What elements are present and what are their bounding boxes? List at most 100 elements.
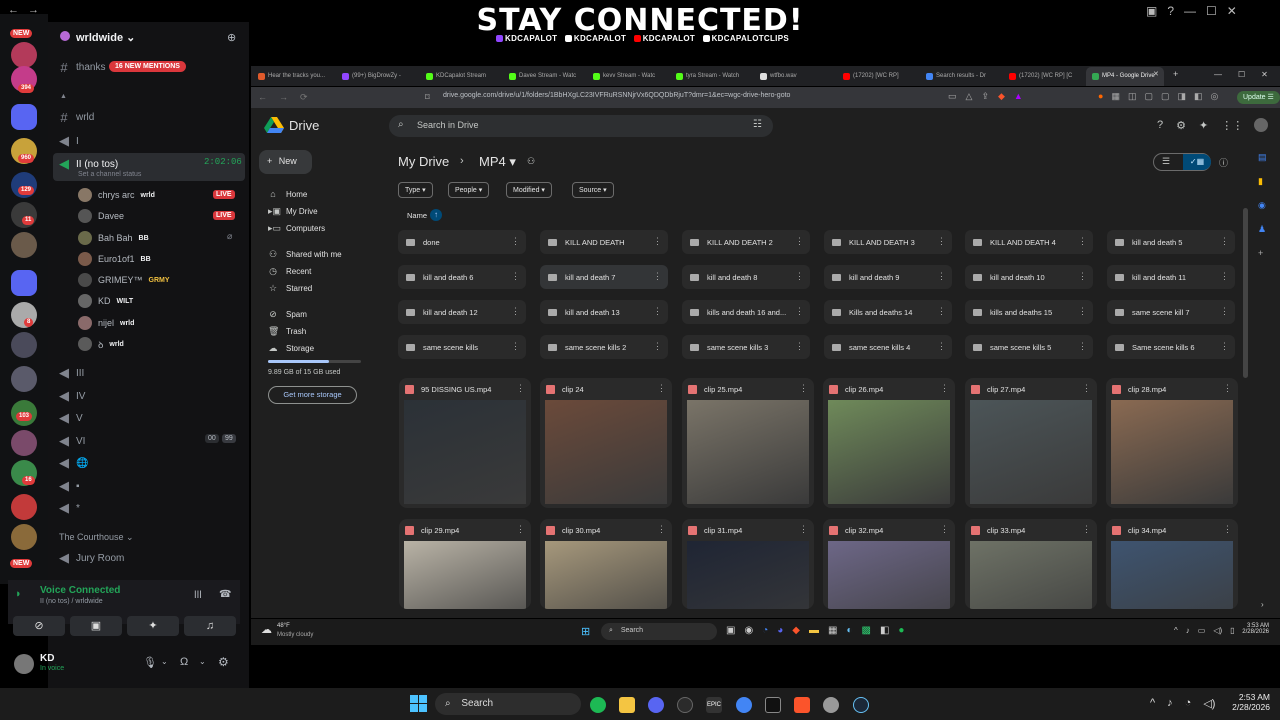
browser-tab[interactable]: (17202) [WC RP]: [843, 69, 899, 83]
close-icon[interactable]: ✕: [1227, 4, 1237, 18]
search-placeholder[interactable]: Search in Drive: [417, 120, 479, 130]
add-icon[interactable]: +: [1258, 248, 1267, 258]
taskbar-clock[interactable]: 2:53 AM 2/28/2026: [1222, 692, 1270, 712]
more-options-icon[interactable]: ⋮: [516, 383, 525, 394]
browser-tab-active[interactable]: MP4 - Google Drive: [1092, 69, 1155, 83]
forward-icon[interactable]: →: [279, 92, 288, 103]
filter-type[interactable]: Type ▾: [398, 182, 433, 198]
camera-off-button[interactable]: ⊘: [13, 616, 65, 636]
apps-grid-icon[interactable]: ⋮⋮: [1221, 119, 1243, 132]
browser-tab[interactable]: wtfbo.wav: [760, 69, 797, 83]
folder-icon[interactable]: [11, 270, 37, 296]
more-options-icon[interactable]: ⋮: [795, 341, 804, 352]
video-file-card[interactable]: clip 34.mp4 ⋮: [1106, 519, 1238, 609]
voice-channel-iv[interactable]: ◀ IV: [58, 388, 85, 404]
brave-shield-icon[interactable]: ◆: [998, 91, 1005, 102]
browser-tab[interactable]: KDCapalot Stream: [426, 69, 486, 83]
video-thumbnail[interactable]: [687, 400, 809, 504]
more-options-icon[interactable]: ⋮: [1078, 236, 1087, 247]
screen-icon[interactable]: ▣: [1146, 4, 1157, 18]
settings-icon[interactable]: ⚙: [1176, 119, 1186, 132]
more-options-icon[interactable]: ⋮: [657, 524, 666, 535]
more-options-icon[interactable]: ⋮: [937, 341, 946, 352]
nav-trash[interactable]: 🗑 Trash: [268, 326, 306, 337]
signal-icon[interactable]: ◗: [15, 588, 29, 602]
cast-icon[interactable]: ▭: [948, 91, 957, 102]
filter-people[interactable]: People ▾: [448, 182, 490, 198]
extension-icon[interactable]: ▢: [1161, 91, 1170, 102]
folder-item[interactable]: kill and death 11 ⋮: [1107, 265, 1235, 289]
epic-games-icon[interactable]: EPIC: [706, 697, 722, 713]
mic-icon[interactable]: ♪: [1186, 626, 1190, 635]
more-options-icon[interactable]: ⋮: [795, 271, 804, 282]
server-icon[interactable]: [11, 524, 37, 550]
info-icon[interactable]: ⓘ: [1219, 156, 1228, 169]
folder-item[interactable]: kills and death 16 and... ⋮: [682, 300, 810, 324]
video-thumbnail[interactable]: [1111, 541, 1233, 609]
more-options-icon[interactable]: ⋮: [940, 383, 949, 394]
server-icon[interactable]: [11, 430, 37, 456]
folder-item[interactable]: KILL AND DEATH ⋮: [540, 230, 668, 254]
nav-recent[interactable]: ◷ Recent: [268, 266, 311, 277]
sort-arrow-up-icon[interactable]: ↑: [430, 209, 442, 221]
voice-channel-star[interactable]: ◀ *: [58, 500, 80, 516]
channel-thanks[interactable]: # thanks: [58, 60, 105, 75]
folder-item[interactable]: KILL AND DEATH 4 ⋮: [965, 230, 1093, 254]
video-thumbnail[interactable]: [545, 400, 667, 504]
back-icon[interactable]: ←: [258, 92, 267, 103]
volume-icon[interactable]: ◁): [1213, 626, 1222, 635]
server-name[interactable]: wrldwide ⌄: [76, 31, 135, 44]
folder-item[interactable]: KILL AND DEATH 2 ⋮: [682, 230, 810, 254]
headphones-icon[interactable]: Ω: [180, 656, 188, 668]
video-thumbnail[interactable]: [545, 541, 667, 609]
list-view-icon[interactable]: ☰: [1162, 156, 1170, 167]
server-icon[interactable]: [11, 366, 37, 392]
more-options-icon[interactable]: ⋮: [511, 306, 520, 317]
voice-channel-jury-room[interactable]: ◀ Jury Room: [58, 550, 124, 566]
nav-spam[interactable]: ⊘ Spam: [268, 309, 307, 320]
more-options-icon[interactable]: ⋮: [1220, 236, 1229, 247]
volume-icon[interactable]: ◁): [1203, 697, 1215, 710]
video-file-card[interactable]: clip 32.mp4 ⋮: [823, 519, 955, 609]
weather-icon[interactable]: ☁: [261, 623, 272, 636]
more-options-icon[interactable]: ⋮: [1220, 271, 1229, 282]
voice-user[interactable]: ꝺ wrld: [78, 337, 124, 351]
browser-tab[interactable]: Search results - Dr: [926, 69, 986, 83]
more-options-icon[interactable]: ⋮: [653, 306, 662, 317]
gear-icon[interactable]: ⚙: [218, 655, 229, 669]
contacts-icon[interactable]: ♟: [1258, 224, 1267, 235]
folder-item[interactable]: KILL AND DEATH 3 ⋮: [824, 230, 952, 254]
nav-starred[interactable]: ☆ Starred: [268, 283, 312, 294]
voice-channel-ii[interactable]: ◀ II (no tos): [58, 156, 118, 172]
minimize-icon[interactable]: —: [1184, 4, 1196, 18]
voice-connected-sub[interactable]: II (no tos) / wrldwide: [40, 598, 103, 605]
avatar[interactable]: [14, 654, 34, 674]
share-icon[interactable]: ⇪: [981, 91, 989, 102]
spotify-icon[interactable]: ●: [898, 625, 904, 636]
task-view-icon[interactable]: ▣: [726, 625, 735, 636]
more-options-icon[interactable]: ⋮: [1220, 341, 1229, 352]
more-options-icon[interactable]: ⋮: [511, 341, 520, 352]
voice-user[interactable]: KD WILT: [78, 294, 133, 308]
video-file-card[interactable]: clip 24 ⋮: [540, 378, 672, 508]
more-options-icon[interactable]: ⋮: [937, 236, 946, 247]
server-icon[interactable]: [11, 42, 37, 68]
file-explorer-icon[interactable]: [619, 697, 635, 713]
server-icon[interactable]: [11, 494, 37, 520]
voice-user[interactable]: GRIMEY™ GRMY: [78, 273, 170, 287]
video-thumbnail[interactable]: [1111, 400, 1233, 504]
voice-channel-square[interactable]: ◀ ▪: [58, 478, 80, 494]
browser-tab[interactable]: Davee Stream - Watc: [509, 69, 576, 83]
taskbar-search-box[interactable]: ⌕ Search: [435, 693, 581, 715]
more-options-icon[interactable]: ⋮: [511, 271, 520, 282]
update-button[interactable]: Update ☰: [1237, 91, 1280, 104]
mic-icon[interactable]: ♪: [1167, 697, 1173, 710]
folder-item[interactable]: kill and death 10 ⋮: [965, 265, 1093, 289]
folder-item[interactable]: same scene kills 3 ⋮: [682, 335, 810, 359]
app-icon[interactable]: [765, 697, 781, 713]
grid-view-icon[interactable]: ✓▦: [1183, 154, 1211, 170]
video-file-card[interactable]: clip 27.mp4 ⋮: [965, 378, 1097, 508]
more-options-icon[interactable]: ⋮: [1078, 306, 1087, 317]
voice-channel-iii[interactable]: ◀ III: [58, 365, 84, 381]
video-file-card[interactable]: 95 DISSING US.mp4 ⋮: [399, 378, 531, 508]
